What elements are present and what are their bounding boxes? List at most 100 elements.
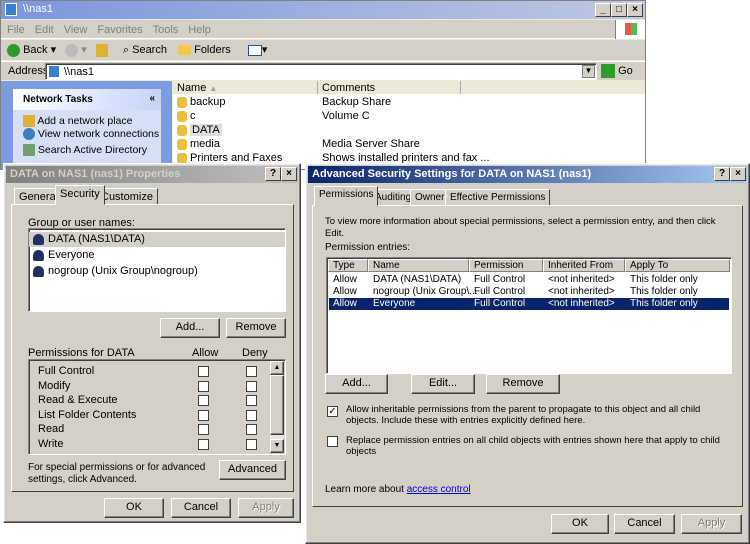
remove-button[interactable]: Remove <box>226 318 286 338</box>
add-button[interactable]: Add... <box>160 318 220 338</box>
column-header[interactable]: Apply To <box>625 259 730 272</box>
cancel-button[interactable]: Cancel <box>171 498 231 518</box>
deny-checkbox[interactable] <box>246 366 257 377</box>
share-folder-icon <box>177 125 187 136</box>
permission-row: Read & Execute <box>29 394 285 408</box>
menu-view[interactable]: View <box>64 24 88 36</box>
column-header-comments[interactable]: Comments <box>318 81 461 94</box>
column-header[interactable]: Permission <box>469 259 543 272</box>
deny-checkbox[interactable] <box>246 424 257 435</box>
address-input[interactable]: \\nas1 ▼ <box>45 63 597 80</box>
up-folder-icon[interactable] <box>95 43 108 57</box>
dropdown-arrow-icon[interactable]: ▼ <box>582 65 595 78</box>
inherit-label: Allow inheritable permissions from the p… <box>346 404 701 426</box>
task-search-ad[interactable]: Search Active Directory <box>13 142 161 158</box>
tab-permissions[interactable]: Permissions <box>314 186 379 206</box>
back-button[interactable]: Back ▾ <box>7 43 56 57</box>
permission-row: Write <box>29 438 285 452</box>
access-control-link[interactable]: access control <box>407 484 471 495</box>
advanced-button[interactable]: Advanced <box>219 460 286 480</box>
task-add-network-place[interactable]: Add a network place <box>13 110 161 128</box>
minimize-button[interactable]: _ <box>595 3 611 17</box>
maximize-button[interactable]: □ <box>611 3 627 17</box>
search-button[interactable]: ⌕ Search <box>123 44 167 56</box>
close-button[interactable]: × <box>627 3 643 17</box>
views-button[interactable]: ▾ <box>247 44 267 56</box>
deny-checkbox[interactable] <box>246 409 257 421</box>
permission-row: Read <box>29 423 285 437</box>
allow-checkbox[interactable] <box>198 438 209 450</box>
menu-bar: File Edit View Favorites Tools Help <box>1 20 645 39</box>
user-list-item[interactable]: Everyone <box>29 248 285 263</box>
close-button[interactable]: × <box>281 167 297 181</box>
file-row[interactable]: DATA <box>173 124 645 138</box>
remove-entry-button[interactable]: Remove <box>486 374 560 394</box>
address-label: Address <box>8 65 49 77</box>
permissions-list: Full Control Modify Read & Execute List Fol… <box>28 359 286 455</box>
menu-edit[interactable]: Edit <box>35 24 54 36</box>
toolbar: Back ▾ ▾ ⌕ Search Folders ▾ <box>1 40 645 60</box>
user-name: nogroup (Unix Group\nogroup) <box>48 265 198 277</box>
ok-button[interactable]: OK <box>104 498 164 518</box>
security-tab-panel: Group or user names: DATA (NAS1\DATA) Eve… <box>11 204 294 492</box>
go-button[interactable]: Go <box>601 64 633 78</box>
computer-icon <box>49 66 59 77</box>
permission-entry-row[interactable]: Allow Everyone Full Control <not inherited>… <box>328 297 730 311</box>
window-title: \\nas1 <box>23 3 53 15</box>
inherit-checkbox[interactable]: ✓ <box>327 406 338 417</box>
help-button[interactable]: ? <box>714 167 730 181</box>
menu-tools[interactable]: Tools <box>153 24 179 36</box>
help-button[interactable]: ? <box>265 167 281 181</box>
deny-checkbox[interactable] <box>246 380 257 392</box>
sort-ascending-icon: ▲ <box>209 84 218 93</box>
tab-customize[interactable]: Customize <box>96 188 158 205</box>
column-header[interactable]: Type <box>328 259 368 272</box>
file-row[interactable]: media Media Server Share <box>173 138 645 152</box>
column-header[interactable]: Inherited From <box>543 259 625 272</box>
task-view-connections[interactable]: View network connections <box>13 126 161 142</box>
tab-security[interactable]: Security <box>55 185 105 205</box>
apply-button[interactable]: Apply <box>238 498 294 518</box>
allow-checkbox[interactable] <box>198 366 209 377</box>
collapse-icon[interactable]: « <box>149 93 155 104</box>
close-button[interactable]: × <box>730 167 746 181</box>
user-list[interactable]: DATA (NAS1\DATA) Everyone nogroup (Unix Gr… <box>28 228 286 312</box>
tab-owner[interactable]: Owner <box>410 189 450 206</box>
allow-checkbox[interactable] <box>198 409 209 421</box>
ok-button[interactable]: OK <box>551 514 609 534</box>
column-header-name[interactable]: Name ▲ <box>173 81 318 94</box>
menu-help[interactable]: Help <box>188 24 211 36</box>
tab-effective-permissions[interactable]: Effective Permissions <box>445 189 551 206</box>
cancel-button[interactable]: Cancel <box>614 514 675 534</box>
allow-checkbox[interactable] <box>198 395 209 406</box>
scroll-up-button[interactable]: ▲ <box>270 361 284 375</box>
menu-favorites[interactable]: Favorites <box>97 24 142 36</box>
edit-entry-button[interactable]: Edit... <box>411 374 475 394</box>
entry-cell: Everyone <box>373 298 416 309</box>
user-list-item[interactable]: DATA (NAS1\DATA) <box>29 232 285 247</box>
deny-checkbox[interactable] <box>246 395 257 406</box>
replace-checkbox[interactable] <box>327 436 338 447</box>
folders-button[interactable]: Folders <box>178 44 231 56</box>
column-header[interactable]: Name <box>368 259 469 272</box>
file-row[interactable]: c Volume C <box>173 110 645 124</box>
scrollbar[interactable]: ▲ ▼ <box>270 361 284 453</box>
permissions-label: Permissions for DATA <box>28 347 135 359</box>
user-group-icon <box>33 234 44 245</box>
forward-button[interactable]: ▾ <box>65 43 87 57</box>
user-list-item[interactable]: nogroup (Unix Group\nogroup) <box>29 264 285 279</box>
permission-entry-row[interactable]: Allow nogroup (Unix Group\... Full Control… <box>329 286 729 298</box>
allow-checkbox[interactable] <box>198 380 209 392</box>
properties-dialog: DATA on NAS1 (nas1) Properties ? × Gener… <box>3 163 301 523</box>
add-entry-button[interactable]: Add... <box>325 374 388 394</box>
apply-button[interactable]: Apply <box>681 514 742 534</box>
permission-entry-row[interactable]: Allow DATA (NAS1\DATA) Full Control <not in… <box>329 274 729 286</box>
allow-checkbox[interactable] <box>198 424 209 435</box>
menu-file[interactable]: File <box>7 24 25 36</box>
scroll-down-button[interactable]: ▼ <box>270 439 284 453</box>
permissions-tab-panel: To view more information about special p… <box>312 205 743 507</box>
scroll-thumb[interactable] <box>270 375 284 435</box>
deny-checkbox[interactable] <box>246 438 257 450</box>
file-row[interactable]: backup Backup Share <box>173 96 645 110</box>
permission-name: List Folder Contents <box>38 408 137 421</box>
